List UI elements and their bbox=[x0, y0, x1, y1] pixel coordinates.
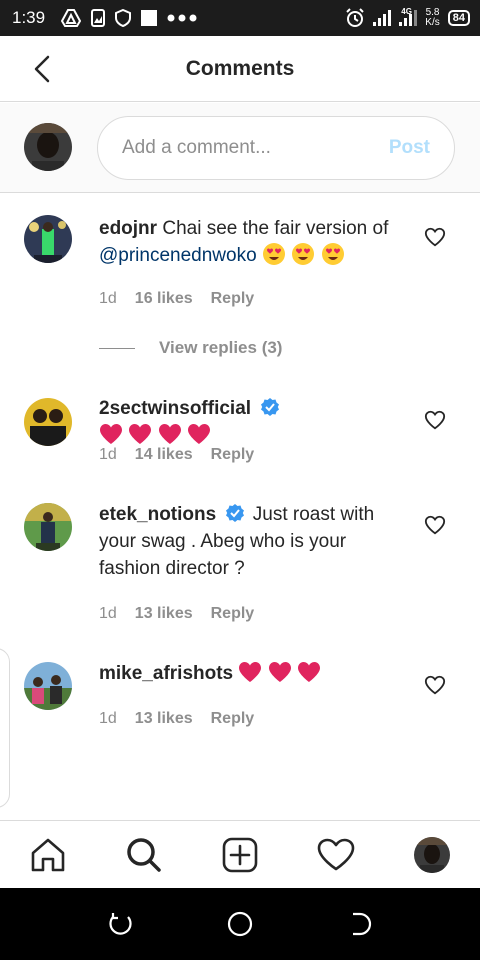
status-bar: 1:39 4G 5.8 K/s 84 bbox=[0, 0, 480, 36]
edge-panel-handle[interactable] bbox=[0, 648, 10, 808]
commenter-avatar[interactable] bbox=[24, 662, 72, 710]
red-heart-emoji-icon bbox=[100, 424, 122, 444]
commenter-avatar[interactable] bbox=[24, 503, 72, 551]
commenter-avatar[interactable] bbox=[24, 398, 72, 446]
replies-divider bbox=[99, 347, 135, 349]
chevron-left-icon bbox=[34, 55, 50, 83]
back-system-icon bbox=[353, 912, 372, 936]
like-heart-icon[interactable] bbox=[424, 514, 446, 536]
heart-eyes-emoji-icon bbox=[292, 243, 315, 265]
my-avatar bbox=[24, 123, 72, 171]
profile-avatar bbox=[414, 837, 450, 873]
comment-username[interactable]: mike_afrishots bbox=[99, 663, 233, 684]
like-heart-icon[interactable] bbox=[424, 674, 446, 696]
reply-button[interactable]: Reply bbox=[211, 446, 255, 464]
nav-search[interactable] bbox=[124, 835, 164, 875]
red-heart-emoji-icon bbox=[187, 424, 210, 444]
comment-time: 1d bbox=[99, 710, 117, 727]
drive-icon bbox=[61, 9, 82, 27]
nav-new-post[interactable] bbox=[220, 835, 260, 875]
comment-likes[interactable]: 16 likes bbox=[135, 290, 193, 308]
comment-time: 1d bbox=[99, 290, 117, 307]
verified-badge-icon bbox=[261, 398, 280, 416]
commenter-avatar[interactable] bbox=[24, 215, 72, 263]
emoji-row bbox=[262, 243, 345, 266]
add-post-icon bbox=[222, 837, 258, 873]
reply-button[interactable]: Reply bbox=[211, 605, 255, 623]
comment-meta: 1d 16 likes Reply bbox=[99, 290, 254, 308]
nav-home[interactable] bbox=[28, 835, 68, 875]
activity-heart-icon bbox=[317, 838, 355, 871]
red-heart-emoji-icon bbox=[158, 424, 181, 444]
status-time: 1:39 bbox=[12, 8, 46, 27]
comment-body: 2sectwinsofficial bbox=[99, 395, 399, 449]
back-system-button[interactable] bbox=[346, 910, 374, 938]
comment-likes[interactable]: 14 likes bbox=[135, 446, 193, 464]
comment-input[interactable] bbox=[122, 137, 389, 159]
comment-body: edojnr Chai see the fair version of @pri… bbox=[99, 215, 399, 269]
home-icon bbox=[31, 838, 65, 872]
emoji-row bbox=[99, 424, 211, 446]
heart-eyes-emoji-icon bbox=[262, 243, 285, 265]
signal-4g-icon: 4G bbox=[399, 7, 418, 26]
emoji-row bbox=[238, 662, 321, 684]
comment-box: Post bbox=[97, 116, 455, 180]
shield-icon bbox=[115, 9, 132, 27]
comment-time: 1d bbox=[99, 605, 117, 622]
comment-composer: Post bbox=[0, 103, 480, 193]
comment-likes[interactable]: 13 likes bbox=[135, 710, 193, 728]
signal-icon bbox=[373, 10, 392, 26]
system-nav-bar bbox=[0, 888, 480, 960]
red-heart-emoji-icon bbox=[268, 662, 291, 682]
comment-body: mike_afrishots bbox=[99, 660, 399, 687]
net-speed-unit: K/s bbox=[425, 17, 440, 28]
comment-body: etek_notions Just roast with your swag .… bbox=[99, 501, 399, 582]
like-heart-icon[interactable] bbox=[424, 226, 446, 248]
back-button[interactable] bbox=[26, 53, 58, 85]
comment-meta: 1d 13 likes Reply bbox=[99, 710, 254, 728]
comment-likes[interactable]: 13 likes bbox=[135, 605, 193, 623]
bottom-nav bbox=[0, 820, 480, 888]
reply-button[interactable]: Reply bbox=[211, 710, 255, 728]
net-speed: 5.8 K/s bbox=[425, 8, 439, 28]
comments-header: Comments bbox=[0, 36, 480, 102]
more-notifications-icon bbox=[167, 14, 197, 22]
comment-username[interactable]: 2sectwinsofficial bbox=[99, 398, 251, 419]
square-notification-icon bbox=[141, 10, 158, 26]
page-title: Comments bbox=[185, 56, 295, 80]
comment-time: 1d bbox=[99, 446, 117, 463]
view-replies-button[interactable]: View replies (3) bbox=[99, 338, 282, 358]
comment-username[interactable]: edojnr bbox=[99, 218, 157, 239]
comment-text: Chai see the fair version of bbox=[162, 218, 389, 239]
comment-meta: 1d 13 likes Reply bbox=[99, 605, 254, 623]
nav-profile[interactable] bbox=[412, 835, 452, 875]
search-icon bbox=[127, 838, 161, 872]
heart-eyes-emoji-icon bbox=[321, 243, 344, 265]
red-heart-emoji-icon bbox=[239, 662, 262, 682]
view-replies-label: View replies (3) bbox=[159, 338, 283, 357]
comment-meta: 1d 14 likes Reply bbox=[99, 446, 254, 464]
verified-badge-icon bbox=[226, 504, 245, 522]
comment-username[interactable]: etek_notions bbox=[99, 504, 216, 525]
red-heart-emoji-icon bbox=[129, 424, 152, 444]
like-heart-icon[interactable] bbox=[424, 409, 446, 431]
red-heart-emoji-icon bbox=[297, 662, 320, 682]
nav-activity[interactable] bbox=[316, 835, 356, 875]
circle-home-icon bbox=[227, 911, 253, 937]
network-type: 4G bbox=[401, 7, 412, 16]
gallery-notification-icon bbox=[91, 9, 106, 27]
battery-icon: 84 bbox=[447, 10, 470, 26]
recents-icon bbox=[109, 913, 132, 935]
reply-button[interactable]: Reply bbox=[211, 290, 255, 308]
recents-button[interactable] bbox=[106, 910, 134, 938]
alarm-icon bbox=[345, 8, 365, 28]
post-button[interactable]: Post bbox=[389, 137, 430, 159]
home-system-button[interactable] bbox=[226, 910, 254, 938]
comment-mention[interactable]: @princenednwoko bbox=[99, 245, 257, 266]
